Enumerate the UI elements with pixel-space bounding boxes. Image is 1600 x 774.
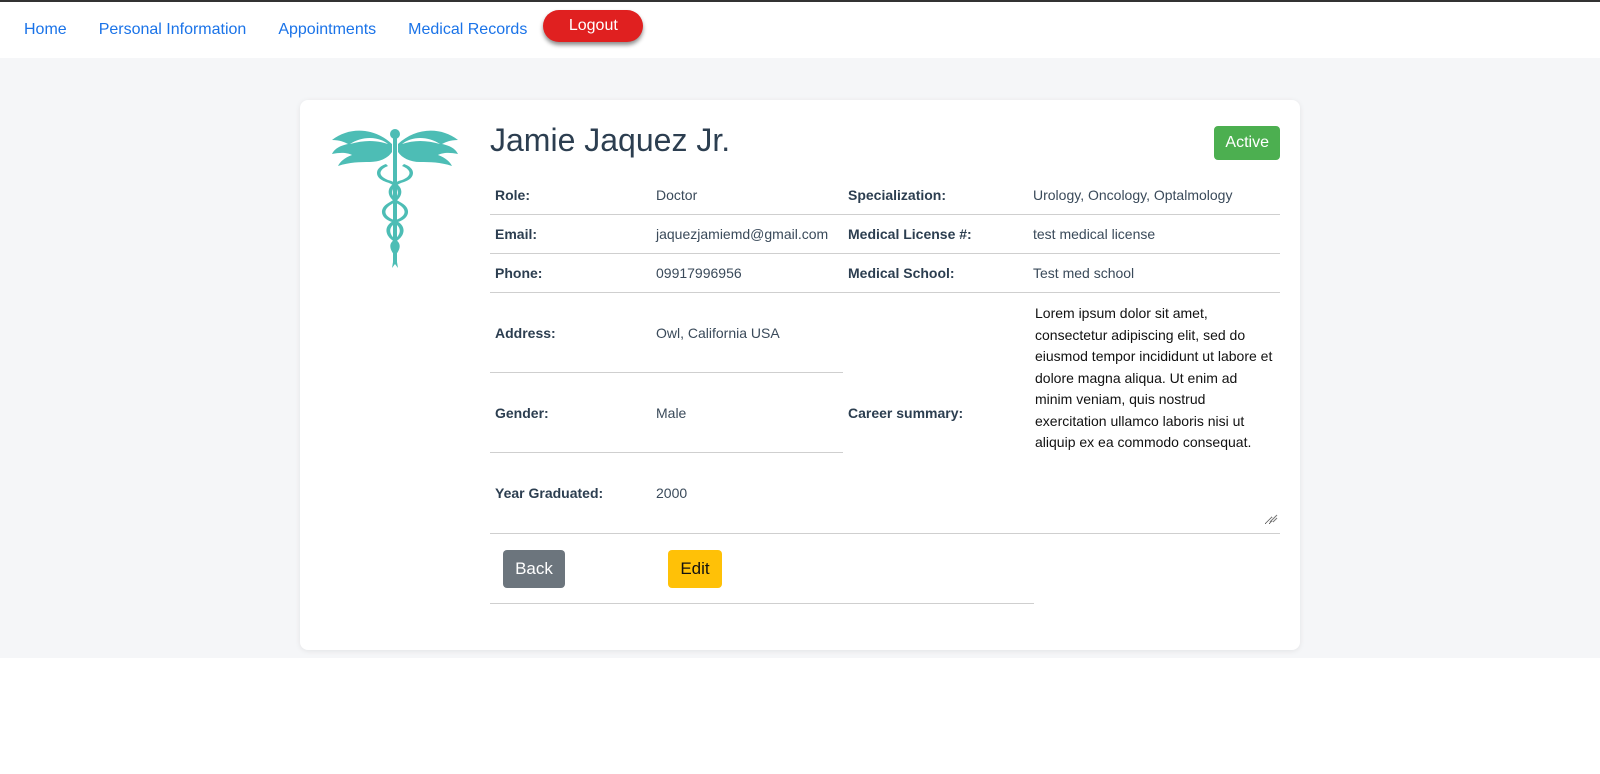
details-row: Email: jaquezjamiemd@gmail.com Medical L… [490, 215, 1280, 254]
specialization-label: Specialization: [848, 187, 947, 203]
nav-personal-information-link[interactable]: Personal Information [83, 20, 263, 40]
details-row: Phone: 09917996956 Medical School: Test … [490, 254, 1280, 293]
email-value: jaquezjamiemd@gmail.com [656, 226, 829, 242]
main-content: Jamie Jaquez Jr. Active Role: Doctor Spe… [0, 58, 1600, 658]
gender-label: Gender: [495, 404, 549, 421]
nav-appointments-link[interactable]: Appointments [262, 20, 392, 40]
details-lower-section: Address: Owl, California USA Gender: Mal… [490, 293, 1280, 533]
profile-name: Jamie Jaquez Jr. [490, 122, 731, 158]
nav-medical-records-link[interactable]: Medical Records [392, 20, 543, 40]
medical-school-label: Medical School: [848, 265, 955, 281]
details-right-column: Career summary: Lorem ipsum dolor sit am… [843, 293, 1280, 533]
phone-label: Phone: [495, 265, 543, 281]
resize-grip-icon[interactable] [1268, 513, 1278, 523]
nav-home-link[interactable]: Home [8, 20, 83, 40]
medical-license-value: test medical license [1033, 226, 1156, 242]
details-row: Gender: Male [490, 373, 843, 453]
medical-license-label: Medical License #: [848, 226, 972, 242]
year-graduated-label: Year Graduated: [495, 485, 604, 501]
back-button[interactable]: Back [503, 549, 565, 588]
status-badge: Active [1214, 126, 1280, 160]
top-navbar: Home Personal Information Appointments M… [0, 2, 1600, 58]
edit-button[interactable]: Edit [668, 549, 722, 588]
profile-card: Jamie Jaquez Jr. Active Role: Doctor Spe… [300, 100, 1300, 650]
address-value: Owl, California USA [656, 324, 780, 341]
career-summary-textarea[interactable]: Lorem ipsum dolor sit amet, consectetur … [1035, 303, 1273, 525]
career-summary-box: Lorem ipsum dolor sit amet, consectetur … [1033, 293, 1280, 533]
details-row: Year Graduated: 2000 [490, 453, 843, 533]
caduceus-icon [332, 129, 458, 268]
medical-school-value: Test med school [1033, 265, 1135, 281]
profile-details: Role: Doctor Specialization: Urology, On… [490, 176, 1280, 604]
address-label: Address: [495, 324, 556, 341]
gender-value: Male [656, 404, 687, 421]
details-left-column: Address: Owl, California USA Gender: Mal… [490, 293, 843, 533]
action-bar: Back Edit [490, 534, 1034, 604]
logout-button[interactable]: Logout [543, 10, 644, 42]
year-graduated-value: 2000 [656, 485, 688, 501]
role-value: Doctor [656, 187, 698, 203]
specialization-value: Urology, Oncology, Optalmology [1033, 187, 1233, 203]
email-label: Email: [495, 226, 538, 242]
phone-value: 09917996956 [656, 265, 742, 281]
career-summary-label: Career summary: [848, 405, 964, 421]
details-row: Role: Doctor Specialization: Urology, On… [490, 176, 1280, 215]
role-label: Role: [495, 187, 530, 203]
details-row: Address: Owl, California USA [490, 293, 843, 373]
